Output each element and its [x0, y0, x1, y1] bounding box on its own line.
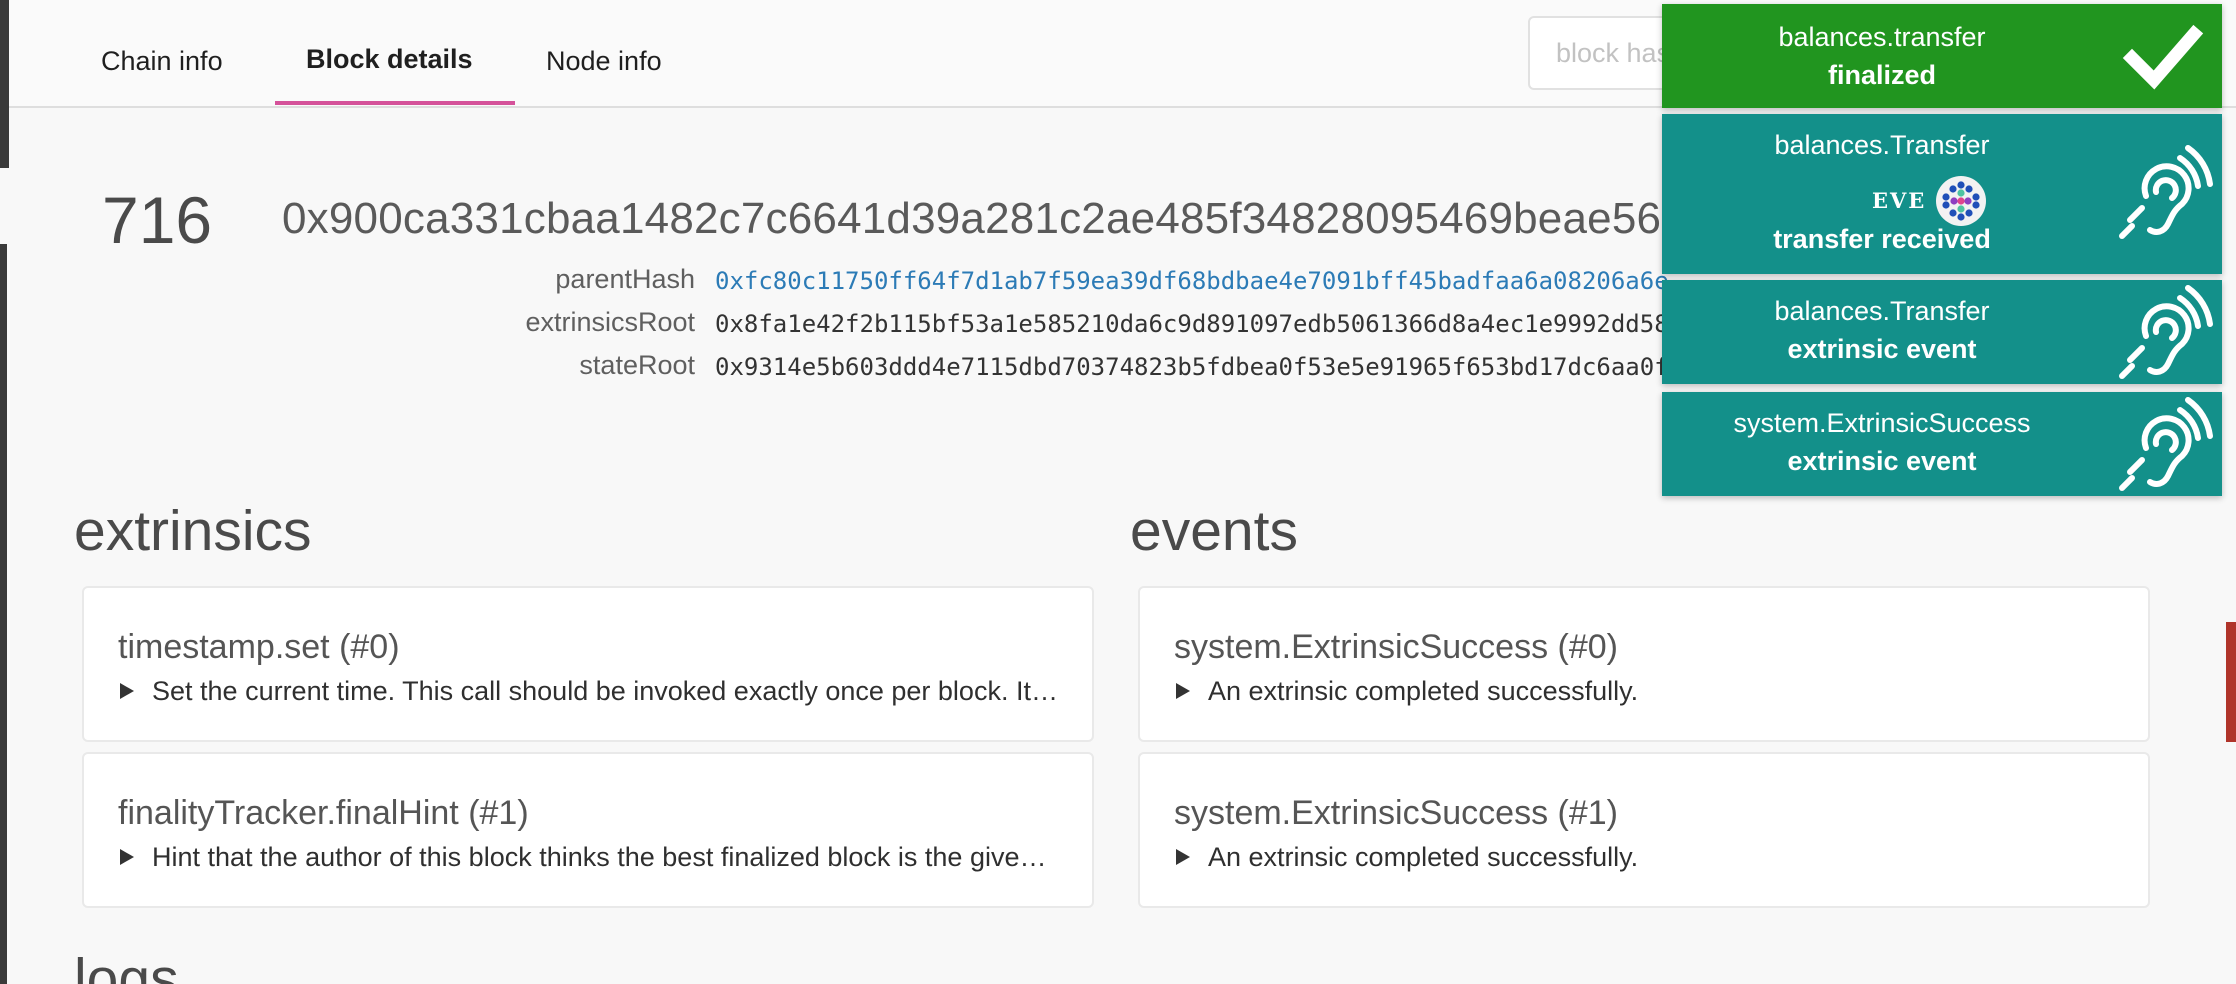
- listening-icon: [2119, 397, 2213, 491]
- event-title: system.ExtrinsicSuccess (#1): [1174, 794, 1618, 832]
- event-summary[interactable]: An extrinsic completed successfully.: [1176, 842, 2116, 873]
- extrinsics-heading: extrinsics: [74, 499, 312, 563]
- account-name: EVE: [1872, 188, 1927, 213]
- parent-hash-link[interactable]: 0xfc80c11750ff64f7d1ab7f59ea39df68bdbae4…: [715, 267, 1669, 295]
- disclosure-triangle-icon: [120, 683, 134, 699]
- window-edge: [0, 0, 9, 168]
- event-title: system.ExtrinsicSuccess (#0): [1174, 628, 1618, 666]
- listening-icon: [2119, 145, 2213, 239]
- active-tab-indicator: [275, 101, 515, 105]
- notification-method: system.ExtrinsicSuccess: [1733, 408, 2031, 438]
- notification-status: transfer received: [1773, 224, 1991, 254]
- block-number: 716: [102, 183, 213, 257]
- extrinsic-summary[interactable]: Set the current time. This call should b…: [120, 676, 1060, 707]
- notification-status: extrinsic event: [1787, 334, 1977, 364]
- disclosure-triangle-icon: [1176, 849, 1190, 865]
- notification-transfer-received[interactable]: balances.Transfer EVE transfer received: [1662, 114, 2222, 274]
- event-card: system.ExtrinsicSuccess (#0) An extrinsi…: [1138, 586, 2150, 742]
- extrinsics-root-label: extrinsicsRoot: [525, 307, 695, 337]
- window-edge: [0, 244, 7, 984]
- tab-block-details[interactable]: Block details: [306, 44, 473, 75]
- notification-status: extrinsic event: [1787, 446, 1977, 476]
- extrinsics-root-value: 0x8fa1e42f2b115bf53a1e585210da6c9d891097…: [715, 310, 1669, 338]
- extrinsic-description: Hint that the author of this block think…: [152, 842, 1060, 872]
- notification-status: finalized: [1827, 60, 1936, 90]
- event-summary[interactable]: An extrinsic completed successfully.: [1176, 676, 2116, 707]
- extrinsic-title: timestamp.set (#0): [118, 628, 400, 666]
- event-description: An extrinsic completed successfully.: [1208, 676, 1639, 706]
- notification-extrinsic-event[interactable]: system.ExtrinsicSuccess extrinsic event: [1662, 392, 2222, 496]
- account-badge: EVE: [1872, 176, 2002, 226]
- state-root-value: 0x9314e5b603ddd4e7115dbd70374823b5fdbea0…: [715, 353, 1669, 381]
- notification-method: balances.transfer: [1778, 22, 1986, 52]
- extrinsic-card: finalityTracker.finalHint (#1) Hint that…: [82, 752, 1094, 908]
- parent-hash-label: parentHash: [555, 264, 695, 294]
- window-edge: [2226, 622, 2236, 742]
- identicon-icon: [1936, 176, 1986, 226]
- disclosure-triangle-icon: [120, 849, 134, 865]
- event-card: system.ExtrinsicSuccess (#1) An extrinsi…: [1138, 752, 2150, 908]
- extrinsic-summary[interactable]: Hint that the author of this block think…: [120, 842, 1060, 873]
- extrinsic-card: timestamp.set (#0) Set the current time.…: [82, 586, 1094, 742]
- tab-chain-info[interactable]: Chain info: [101, 46, 223, 77]
- check-icon: [2122, 24, 2204, 90]
- notification-extrinsic-event[interactable]: balances.Transfer extrinsic event: [1662, 280, 2222, 384]
- logs-heading: logs: [74, 947, 179, 984]
- block-hash: 0x900ca331cbaa1482c7c6641d39a281c2ae485f…: [282, 194, 1884, 243]
- notification-method: balances.Transfer: [1774, 130, 1990, 160]
- events-heading: events: [1130, 499, 1298, 563]
- notification-finalized[interactable]: balances.transfer finalized: [1662, 4, 2222, 108]
- tab-node-info[interactable]: Node info: [546, 46, 662, 77]
- disclosure-triangle-icon: [1176, 683, 1190, 699]
- extrinsic-title: finalityTracker.finalHint (#1): [118, 794, 529, 832]
- event-description: An extrinsic completed successfully.: [1208, 842, 1639, 872]
- listening-icon: [2119, 285, 2213, 379]
- notification-method: balances.Transfer: [1774, 296, 1990, 326]
- state-root-label: stateRoot: [579, 350, 695, 380]
- extrinsic-description: Set the current time. This call should b…: [152, 676, 1060, 706]
